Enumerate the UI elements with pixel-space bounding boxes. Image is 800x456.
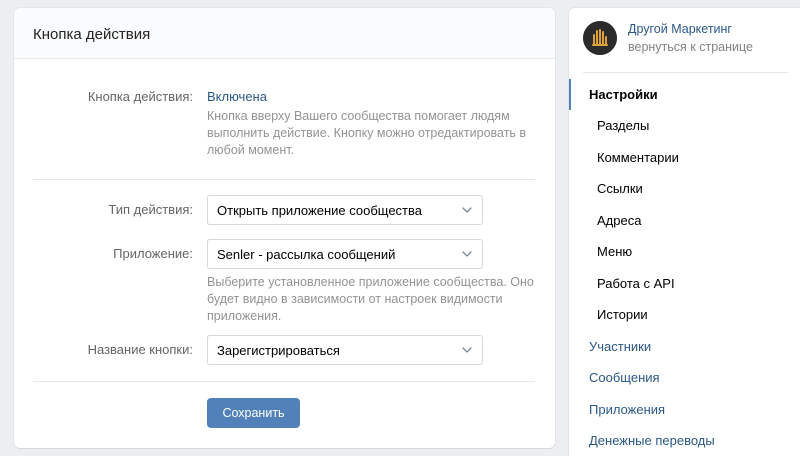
status-value-link[interactable]: Включена — [207, 89, 267, 104]
action-button-panel: Кнопка действия Кнопка действия: Включен… — [14, 8, 555, 448]
status-hint: Кнопка вверху Вашего сообщества помогает… — [207, 109, 527, 157]
application-hint: Выберите установленное приложение сообще… — [207, 275, 534, 323]
hand-logo-icon — [583, 21, 617, 55]
group-header[interactable]: Другой Маркетинг вернуться к странице — [583, 18, 788, 73]
application-value: Senler - рассылка сообщений — [217, 247, 396, 262]
chevron-down-icon — [462, 347, 472, 353]
sidebar-item-api[interactable]: Работа с API — [569, 268, 800, 299]
sidebar-item-addresses[interactable]: Адреса — [569, 205, 800, 236]
sidebar-item-money-transfers[interactable]: Денежные переводы — [569, 425, 800, 456]
panel-header: Кнопка действия — [14, 8, 555, 59]
sidebar-item-comments[interactable]: Комментарии — [569, 142, 800, 173]
sidebar-item-settings[interactable]: Настройки — [569, 79, 800, 110]
panel-title: Кнопка действия — [33, 26, 151, 43]
action-type-label: Тип действия: — [108, 202, 193, 217]
sidebar-item-links[interactable]: Ссылки — [569, 173, 800, 204]
sidebar-item-members[interactable]: Участники — [569, 331, 800, 362]
sidebar-item-stories[interactable]: Истории — [569, 299, 800, 330]
action-type-select[interactable]: Открыть приложение сообщества — [207, 195, 483, 225]
button-name-value: Зарегистрироваться — [217, 343, 340, 358]
group-avatar[interactable] — [583, 21, 617, 55]
group-name-link[interactable]: Другой Маркетинг — [628, 22, 732, 36]
sidebar-item-sections[interactable]: Разделы — [569, 110, 800, 141]
sidebar-item-messages[interactable]: Сообщения — [569, 362, 800, 393]
divider — [33, 179, 535, 180]
sidebar-item-menu[interactable]: Меню — [569, 236, 800, 267]
back-to-page-link[interactable]: вернуться к странице — [628, 40, 753, 54]
button-name-select[interactable]: Зарегистрироваться — [207, 335, 483, 365]
application-select[interactable]: Senler - рассылка сообщений — [207, 239, 483, 269]
divider — [33, 381, 535, 382]
button-name-label: Название кнопки: — [87, 342, 193, 357]
status-label: Кнопка действия: — [87, 89, 193, 104]
sidebar: Другой Маркетинг вернуться к странице На… — [569, 8, 800, 456]
chevron-down-icon — [462, 251, 472, 257]
sidebar-item-apps[interactable]: Приложения — [569, 394, 800, 425]
save-button[interactable]: Сохранить — [207, 398, 300, 428]
application-label: Приложение: — [113, 246, 193, 261]
chevron-down-icon — [462, 207, 472, 213]
action-type-value: Открыть приложение сообщества — [217, 203, 422, 218]
